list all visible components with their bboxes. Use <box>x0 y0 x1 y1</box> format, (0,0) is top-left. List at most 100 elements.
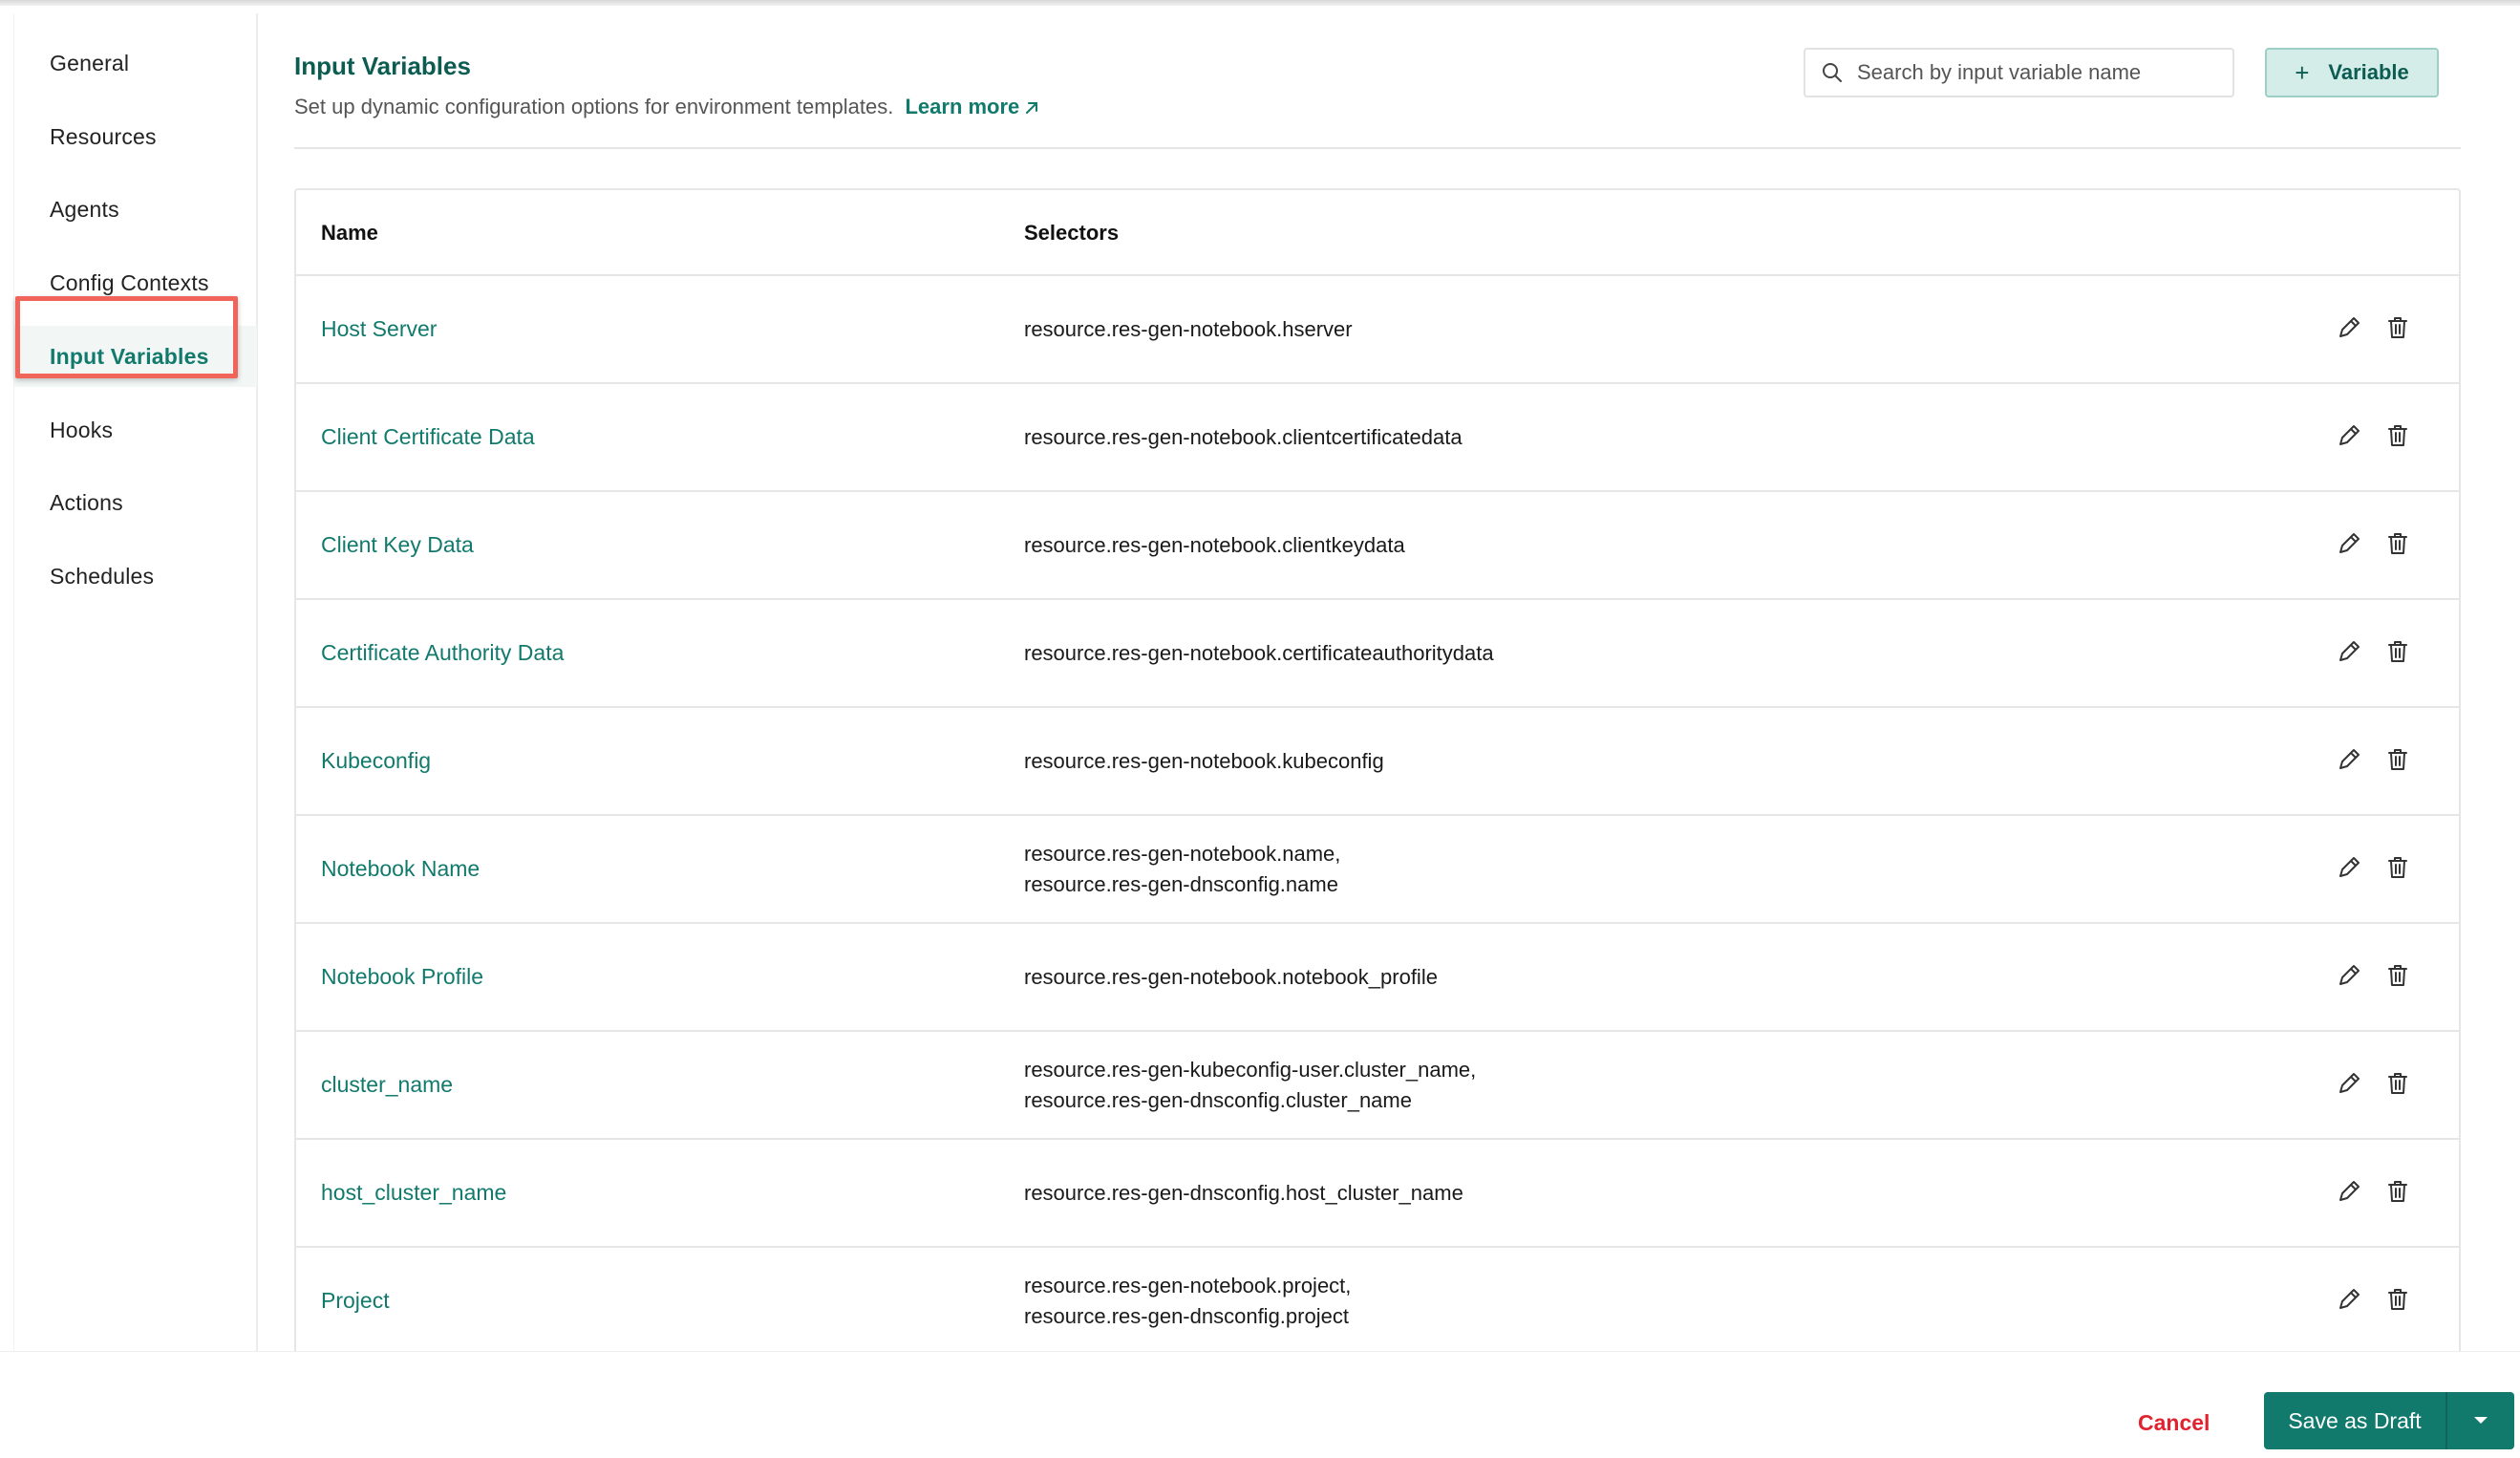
trash-icon <box>2386 315 2409 345</box>
table-row: Certificate Authority Data resource.res-g… <box>296 600 2459 708</box>
selector-value: resource.res-gen-notebook.hserver <box>1024 316 1353 341</box>
page-title: Input Variables <box>294 52 471 80</box>
trash-icon <box>2386 855 2409 885</box>
table-header: Name Selectors <box>296 190 2459 276</box>
trash-icon <box>2386 531 2409 561</box>
selector-value: resource.res-gen-notebook.clientkeydata <box>1024 532 1405 557</box>
delete-button[interactable] <box>2381 421 2414 454</box>
pencil-icon <box>2337 855 2361 885</box>
selector-value: resource.res-gen-dnsconfig.name <box>1024 871 1338 896</box>
edit-button[interactable] <box>2333 745 2365 778</box>
variable-name-link[interactable]: Certificate Authority Data <box>321 600 564 706</box>
edit-button[interactable] <box>2333 853 2365 886</box>
add-variable-button[interactable]: + Variable <box>2265 48 2439 97</box>
selector-value: resource.res-gen-notebook.clientcertific… <box>1024 424 1463 449</box>
variable-name-link[interactable]: Kubeconfig <box>321 708 431 814</box>
trash-icon <box>2386 639 2409 669</box>
edit-button[interactable] <box>2333 421 2365 454</box>
sidebar-item-label: Agents <box>50 196 119 222</box>
add-variable-label: Variable <box>2328 60 2409 84</box>
variable-name-link[interactable]: Notebook Name <box>321 816 480 922</box>
delete-button[interactable] <box>2381 745 2414 778</box>
sidebar-item-actions[interactable]: Actions <box>14 472 257 533</box>
variable-name-link[interactable]: host_cluster_name <box>321 1140 506 1246</box>
trash-icon <box>2386 747 2409 777</box>
edit-button[interactable] <box>2333 961 2365 994</box>
variable-name-link[interactable]: Project <box>321 1248 390 1351</box>
selectors-cell: resource.res-gen-notebook.notebook_profi… <box>1024 924 1438 1030</box>
selectors-cell: resource.res-gen-dnsconfig.host_cluster_… <box>1024 1140 1463 1246</box>
save-options-dropdown[interactable] <box>2447 1392 2514 1449</box>
column-header-selectors: Selectors <box>1024 221 1120 245</box>
variable-name-link[interactable]: Host Server <box>321 276 437 382</box>
sidebar-item-label: General <box>50 50 130 75</box>
delete-button[interactable] <box>2381 853 2414 886</box>
pencil-icon <box>2337 1287 2361 1317</box>
header-divider <box>294 147 2461 149</box>
selectors-cell: resource.res-gen-notebook.project, resour… <box>1024 1248 1351 1351</box>
selector-value: resource.res-gen-notebook.certificateaut… <box>1024 640 1494 665</box>
trash-icon <box>2386 1179 2409 1209</box>
caret-down-icon <box>2474 1417 2488 1424</box>
edit-button[interactable] <box>2333 1069 2365 1102</box>
selector-value: resource.res-gen-dnsconfig.project <box>1024 1303 1349 1328</box>
delete-button[interactable] <box>2381 1069 2414 1102</box>
delete-button[interactable] <box>2381 961 2414 994</box>
footer-bar: Cancel Save as Draft <box>0 1351 2520 1458</box>
selectors-cell: resource.res-gen-notebook.clientkeydata <box>1024 492 1405 598</box>
edit-button[interactable] <box>2333 1177 2365 1210</box>
pencil-icon <box>2337 747 2361 777</box>
cancel-button[interactable]: Cancel <box>2138 1410 2210 1436</box>
sidebar-item-general[interactable]: General <box>14 32 257 94</box>
sidebar-item-agents[interactable]: Agents <box>14 179 257 240</box>
trash-icon <box>2386 1287 2409 1317</box>
variable-name-link[interactable]: Client Certificate Data <box>321 384 535 490</box>
table-row: cluster_name resource.res-gen-kubeconfig-… <box>296 1032 2459 1140</box>
save-as-draft-button[interactable]: Save as Draft <box>2264 1392 2447 1449</box>
selector-value: resource.res-gen-notebook.kubeconfig <box>1024 748 1384 773</box>
edit-button[interactable] <box>2333 313 2365 346</box>
table-row: Notebook Name resource.res-gen-notebook.n… <box>296 816 2459 924</box>
variable-name-link[interactable]: Notebook Profile <box>321 924 483 1030</box>
delete-button[interactable] <box>2381 637 2414 670</box>
variable-name-link[interactable]: Client Key Data <box>321 492 474 598</box>
top-shadow <box>0 0 2520 6</box>
delete-button[interactable] <box>2381 529 2414 562</box>
selector-value: resource.res-gen-notebook.notebook_profi… <box>1024 964 1438 989</box>
plus-icon: + <box>2295 57 2310 87</box>
selector-value: resource.res-gen-dnsconfig.host_cluster_… <box>1024 1180 1463 1205</box>
selectors-cell: resource.res-gen-notebook.clientcertific… <box>1024 384 1463 490</box>
pencil-icon <box>2337 315 2361 345</box>
delete-button[interactable] <box>2381 313 2414 346</box>
column-header-name: Name <box>321 221 378 245</box>
table-row: Project resource.res-gen-notebook.project… <box>296 1248 2459 1351</box>
sidebar-item-label: Actions <box>50 489 123 515</box>
search-input[interactable] <box>1857 60 2220 85</box>
learn-more-label: Learn more <box>905 95 1020 118</box>
selector-value: resource.res-gen-notebook.name, <box>1024 841 1341 866</box>
edit-button[interactable] <box>2333 1285 2365 1318</box>
sidebar-item-label: Config Contexts <box>50 269 209 295</box>
search-box <box>1804 48 2234 97</box>
edit-button[interactable] <box>2333 637 2365 670</box>
delete-button[interactable] <box>2381 1285 2414 1318</box>
variable-name-link[interactable]: cluster_name <box>321 1032 453 1138</box>
sidebar-item-schedules[interactable]: Schedules <box>14 546 257 607</box>
selectors-cell: resource.res-gen-kubeconfig-user.cluster… <box>1024 1032 1476 1138</box>
sidebar-item-resources[interactable]: Resources <box>14 106 257 167</box>
sidebar-item-label: Schedules <box>50 563 155 589</box>
edit-button[interactable] <box>2333 529 2365 562</box>
selector-value: resource.res-gen-notebook.project, <box>1024 1273 1352 1297</box>
sidebar-item-hooks[interactable]: Hooks <box>14 399 257 461</box>
pencil-icon <box>2337 963 2361 993</box>
trash-icon <box>2386 423 2409 453</box>
settings-sidebar: General Resources Agents Config Contexts… <box>13 13 258 1351</box>
pencil-icon <box>2337 423 2361 453</box>
table-row: Notebook Profile resource.res-gen-noteboo… <box>296 924 2459 1032</box>
delete-button[interactable] <box>2381 1177 2414 1210</box>
table-row: Client Key Data resource.res-gen-notebook… <box>296 492 2459 600</box>
selector-value: resource.res-gen-kubeconfig-user.cluster… <box>1024 1057 1477 1082</box>
input-variables-table: Name Selectors Host Server resource.res-g… <box>294 188 2461 1351</box>
learn-more-link[interactable]: Learn more <box>905 95 1040 118</box>
save-button-group: Save as Draft <box>2264 1392 2514 1449</box>
